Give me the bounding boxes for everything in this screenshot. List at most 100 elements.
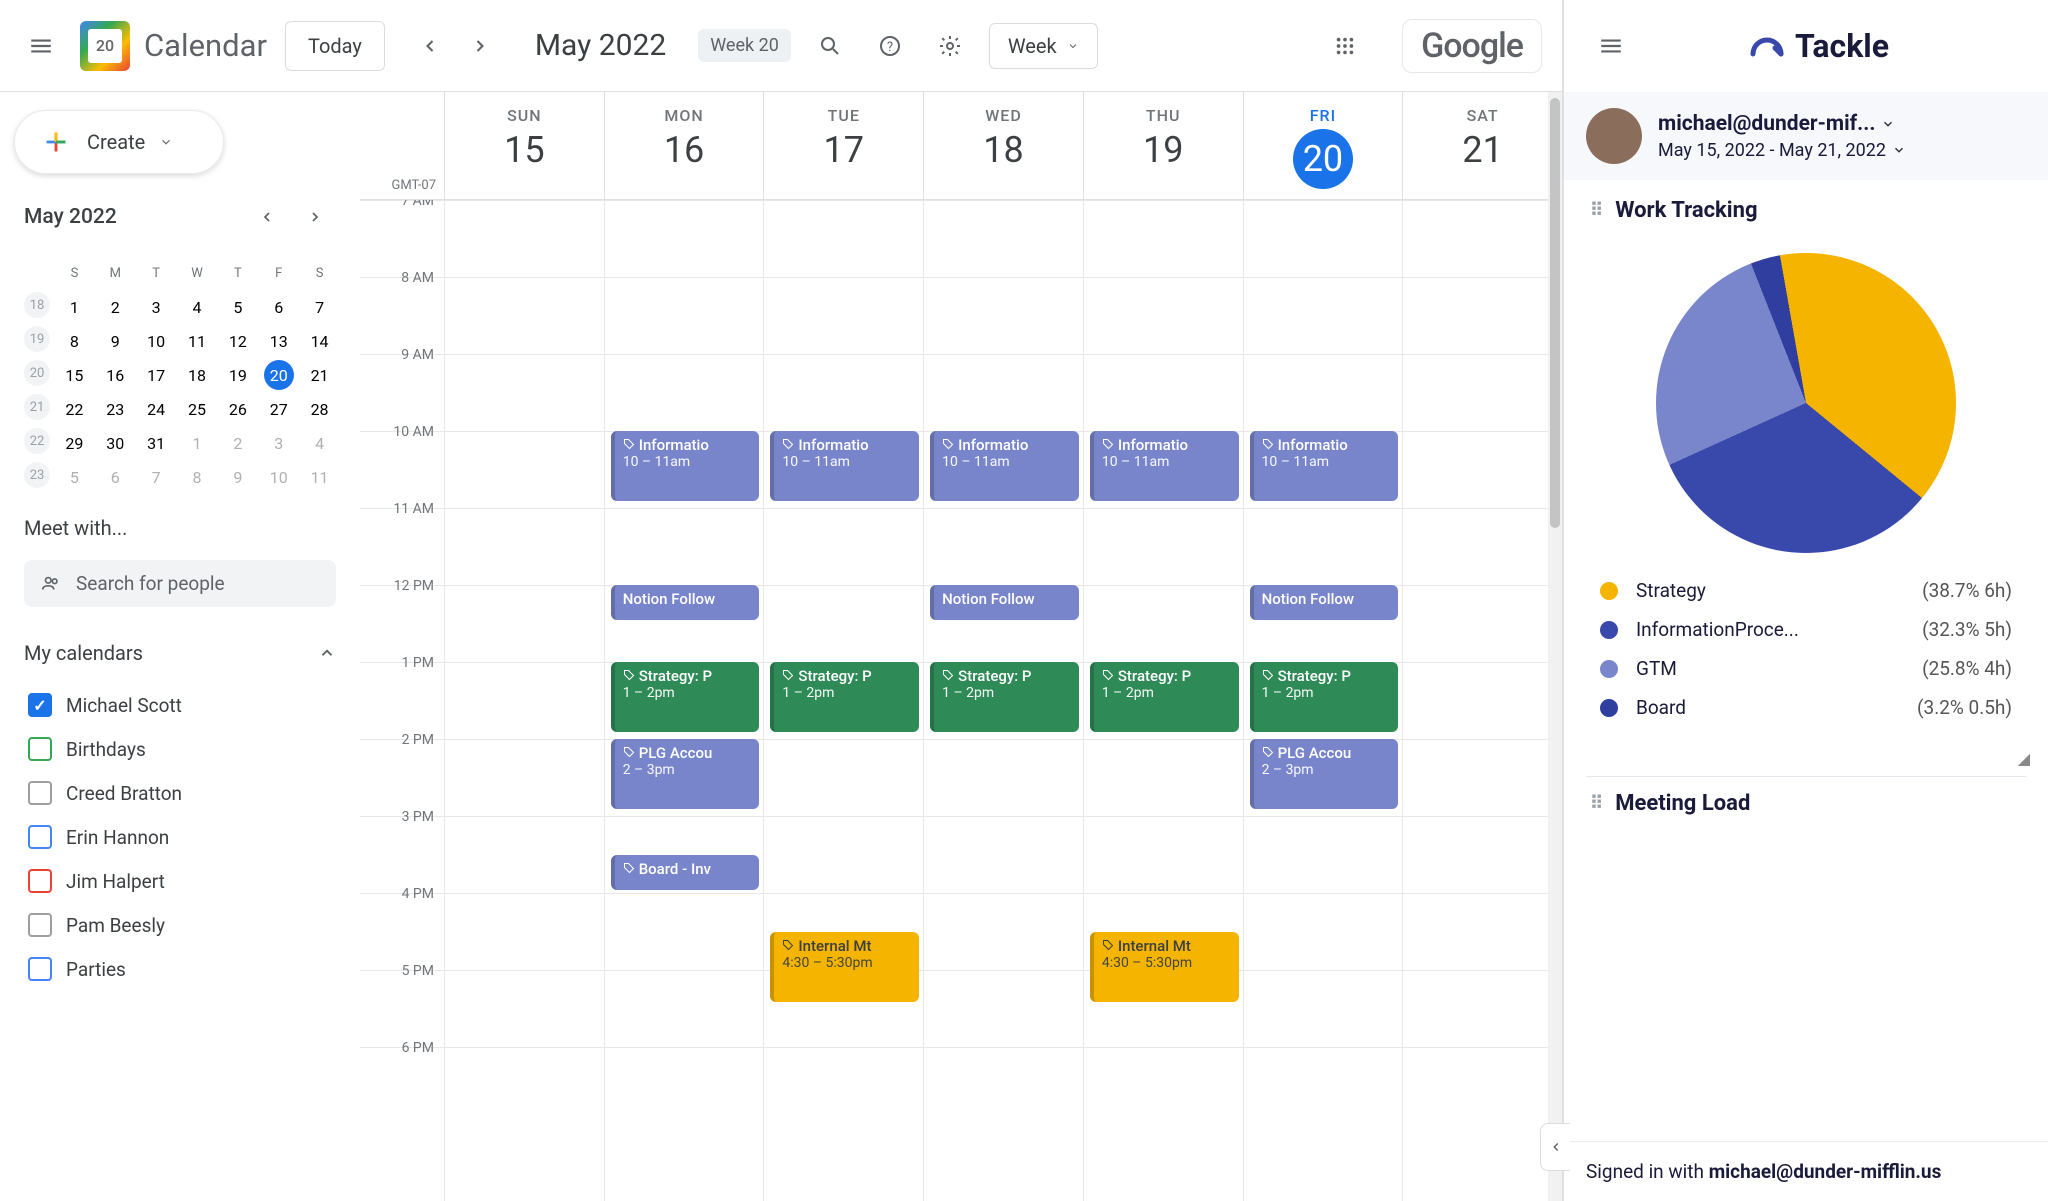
day-header[interactable]: THU19 xyxy=(1083,92,1243,199)
user-avatar[interactable] xyxy=(1586,108,1642,164)
today-button[interactable]: Today xyxy=(285,21,385,71)
calendar-event[interactable]: Strategy: P1 – 2pm xyxy=(770,662,919,732)
mini-day[interactable]: 2 xyxy=(223,428,253,458)
mini-day[interactable]: 9 xyxy=(100,326,130,356)
mini-day[interactable]: 17 xyxy=(141,360,171,390)
calendar-checkbox[interactable] xyxy=(28,957,52,981)
mini-day[interactable]: 2 xyxy=(100,292,130,322)
calendar-event[interactable]: PLG Accou2 – 3pm xyxy=(611,739,760,809)
mini-day[interactable]: 6 xyxy=(100,462,130,492)
main-menu-button[interactable] xyxy=(20,25,62,67)
mini-day[interactable]: 1 xyxy=(182,428,212,458)
calendar-checkbox[interactable] xyxy=(28,737,52,761)
calendar-item[interactable]: Michael Scott xyxy=(24,685,336,725)
day-header[interactable]: SUN15 xyxy=(444,92,604,199)
resize-handle-icon[interactable]: ◢ xyxy=(1564,749,2048,768)
day-header[interactable]: WED18 xyxy=(923,92,1083,199)
mini-day[interactable]: 13 xyxy=(264,326,294,356)
calendar-item[interactable]: Jim Halpert xyxy=(24,861,336,901)
mini-day[interactable]: 8 xyxy=(59,326,89,356)
calendar-checkbox[interactable] xyxy=(28,693,52,717)
day-column[interactable]: Informatio10 – 11amNotion FollowStrategy… xyxy=(604,200,764,1201)
chevron-up-icon[interactable] xyxy=(318,644,336,662)
calendar-event[interactable]: Informatio10 – 11am xyxy=(1090,431,1239,501)
calendar-item[interactable]: Creed Bratton xyxy=(24,773,336,813)
calendar-event[interactable]: Informatio10 – 11am xyxy=(611,431,760,501)
calendar-item[interactable]: Erin Hannon xyxy=(24,817,336,857)
date-range-dropdown[interactable]: May 15, 2022 - May 21, 2022 xyxy=(1658,140,2026,161)
mini-day[interactable]: 15 xyxy=(59,360,89,390)
mini-day[interactable]: 3 xyxy=(264,428,294,458)
calendar-checkbox[interactable] xyxy=(28,869,52,893)
day-column[interactable] xyxy=(444,200,604,1201)
mini-day[interactable]: 4 xyxy=(182,292,212,322)
mini-day[interactable]: 11 xyxy=(182,326,212,356)
apps-grid-button[interactable] xyxy=(1324,25,1366,67)
mini-day[interactable]: 24 xyxy=(141,394,171,424)
mini-day[interactable]: 28 xyxy=(305,394,335,424)
day-header[interactable]: MON16 xyxy=(604,92,764,199)
calendar-event[interactable]: Strategy: P1 – 2pm xyxy=(1090,662,1239,732)
mini-day[interactable]: 9 xyxy=(223,462,253,492)
calendar-event[interactable]: Notion Follow xyxy=(1250,585,1399,620)
mini-next-button[interactable] xyxy=(294,196,336,238)
mini-day[interactable]: 29 xyxy=(59,428,89,458)
mini-day[interactable]: 22 xyxy=(59,394,89,424)
calendar-event[interactable]: Notion Follow xyxy=(930,585,1079,620)
google-logo[interactable]: Google xyxy=(1402,19,1542,73)
mini-day[interactable]: 18 xyxy=(182,360,212,390)
settings-button[interactable] xyxy=(929,25,971,67)
calendar-item[interactable]: Pam Beesly xyxy=(24,905,336,945)
drag-handle-icon[interactable]: ⠿ xyxy=(1590,200,1603,221)
mini-day[interactable]: 7 xyxy=(305,292,335,322)
calendar-checkbox[interactable] xyxy=(28,825,52,849)
mini-day[interactable]: 3 xyxy=(141,292,171,322)
day-column[interactable]: Informatio10 – 11am Strategy: P1 – 2pm Int… xyxy=(763,200,923,1201)
search-people-input[interactable]: Search for people xyxy=(24,560,336,607)
prev-week-button[interactable] xyxy=(409,25,451,67)
mini-day[interactable]: 30 xyxy=(100,428,130,458)
day-column[interactable]: Informatio10 – 11am Notion Follow Strategy… xyxy=(1243,200,1403,1201)
user-email-dropdown[interactable]: michael@dunder-mif... xyxy=(1658,112,2026,136)
mini-day[interactable]: 6 xyxy=(264,292,294,322)
mini-day[interactable]: 26 xyxy=(223,394,253,424)
calendar-event[interactable]: Internal Mt4:30 – 5:30pm xyxy=(1090,932,1239,1002)
calendar-event[interactable]: Informatio10 – 11am xyxy=(770,431,919,501)
day-column[interactable]: Informatio10 – 11am Strategy: P1 – 2pm Int… xyxy=(1083,200,1243,1201)
calendar-event[interactable]: Board - Inv xyxy=(611,855,760,890)
calendar-event[interactable]: Strategy: P1 – 2pm xyxy=(1250,662,1399,732)
mini-day[interactable]: 7 xyxy=(141,462,171,492)
mini-day[interactable]: 5 xyxy=(59,462,89,492)
mini-day[interactable]: 19 xyxy=(223,360,253,390)
search-button[interactable] xyxy=(809,25,851,67)
help-button[interactable]: ? xyxy=(869,25,911,67)
next-week-button[interactable] xyxy=(459,25,501,67)
mini-day[interactable]: 14 xyxy=(305,326,335,356)
calendar-item[interactable]: Birthdays xyxy=(24,729,336,769)
calendar-event[interactable]: PLG Accou2 – 3pm xyxy=(1250,739,1399,809)
mini-day[interactable]: 11 xyxy=(305,462,335,492)
mini-day[interactable]: 5 xyxy=(223,292,253,322)
mini-day[interactable]: 25 xyxy=(182,394,212,424)
mini-day[interactable]: 27 xyxy=(264,394,294,424)
mini-day[interactable]: 8 xyxy=(182,462,212,492)
mini-day[interactable]: 10 xyxy=(141,326,171,356)
calendar-checkbox[interactable] xyxy=(28,781,52,805)
calendar-event[interactable]: Strategy: P1 – 2pm xyxy=(930,662,1079,732)
day-column[interactable] xyxy=(1402,200,1562,1201)
mini-day[interactable]: 31 xyxy=(141,428,171,458)
calendar-checkbox[interactable] xyxy=(28,913,52,937)
mini-day[interactable]: 23 xyxy=(100,394,130,424)
calendar-event[interactable]: Informatio10 – 11am xyxy=(930,431,1079,501)
mini-day[interactable]: 12 xyxy=(223,326,253,356)
create-button[interactable]: Create xyxy=(14,110,224,174)
view-selector[interactable]: Week xyxy=(989,23,1098,69)
day-header[interactable]: SAT21 xyxy=(1402,92,1562,199)
day-column[interactable]: Informatio10 – 11am Notion Follow Strategy… xyxy=(923,200,1083,1201)
day-header[interactable]: TUE17 xyxy=(763,92,923,199)
calendar-event[interactable]: Notion Follow xyxy=(611,585,760,620)
mini-day[interactable]: 1 xyxy=(59,292,89,322)
calendar-event[interactable]: Internal Mt4:30 – 5:30pm xyxy=(770,932,919,1002)
calendar-item[interactable]: Parties xyxy=(24,949,336,989)
calendar-event[interactable]: Informatio10 – 11am xyxy=(1250,431,1399,501)
